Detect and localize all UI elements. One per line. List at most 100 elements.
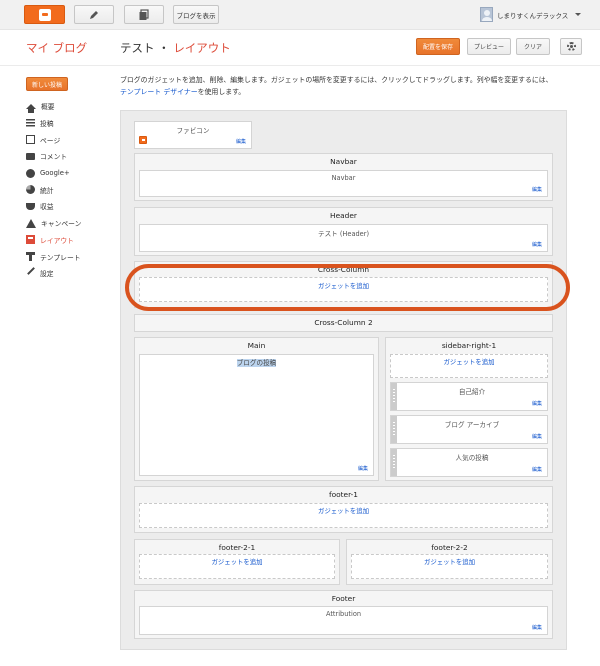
chevron-down-icon	[575, 13, 582, 16]
section-title: Cross-Column 2	[314, 318, 373, 327]
sidebar-item-earnings[interactable]: 収益	[26, 198, 116, 215]
sidebar-item-stats[interactable]: 統計	[26, 181, 116, 198]
top-bar: ブログを表示 しまりすくんデラックス	[0, 0, 600, 30]
drag-handle-icon[interactable]	[391, 416, 397, 443]
drag-handle-icon[interactable]	[391, 383, 397, 410]
attribution-widget[interactable]: Attribution 編集	[139, 606, 548, 635]
popular-posts-widget[interactable]: 人気の投稿 編集	[390, 448, 548, 477]
page-subtitle: レイアウト	[173, 41, 231, 55]
edit-link[interactable]: 編集	[532, 624, 542, 631]
widget-name: テスト (Header)	[317, 230, 370, 238]
section-title: Main	[247, 341, 266, 350]
wrench-icon	[27, 266, 40, 280]
widget-name: 人気の投稿	[455, 454, 489, 462]
edit-link[interactable]: 編集	[532, 241, 542, 248]
section-title: footer-2-1	[218, 543, 256, 552]
intro-text: ブログのガジェットを追加、削除、編集します。ガジェットの場所を変更するには、クリ…	[120, 76, 553, 84]
sidebar-item-overview[interactable]: 概要	[26, 98, 116, 115]
sidebar-item-posts[interactable]: 投稿	[26, 115, 116, 132]
title-bar: マイ ブログ テスト ・ レイアウト 配置を保存 プレビュー クリア	[0, 30, 600, 66]
footer-2-2-section: footer-2-2 ガジェットを追加	[346, 539, 553, 585]
widget-name: ブログ アーカイブ	[444, 421, 500, 429]
section-title: Navbar	[330, 157, 357, 166]
sidebar-item-label: テンプレート	[40, 253, 81, 262]
sidebar-item-label: コメント	[40, 153, 68, 162]
sidebar-item-campaigns[interactable]: キャンペーン	[26, 215, 116, 232]
stats-icon	[26, 185, 35, 195]
sidebar-item-template[interactable]: テンプレート	[26, 248, 116, 265]
edit-link[interactable]: 編集	[532, 433, 542, 440]
edit-link[interactable]: 編集	[358, 465, 368, 472]
settings-button[interactable]	[560, 38, 582, 55]
clear-button[interactable]: クリア	[516, 38, 550, 55]
edit-link[interactable]: 編集	[532, 466, 542, 473]
preview-button[interactable]: プレビュー	[467, 38, 511, 55]
new-post-button[interactable]: 新しい投稿	[26, 77, 68, 91]
blog-archive-widget[interactable]: ブログ アーカイブ 編集	[390, 415, 548, 444]
edit-link[interactable]: 編集	[236, 138, 246, 145]
blog-posts-widget[interactable]: ブログの投稿 編集	[139, 354, 374, 476]
sidebar-item-comments[interactable]: コメント	[26, 148, 116, 165]
save-arrangement-button[interactable]: 配置を保存	[416, 38, 460, 55]
sidebar-item-label: 投稿	[40, 120, 54, 129]
profile-widget[interactable]: 自己紹介 編集	[390, 382, 548, 411]
template-designer-link[interactable]: テンプレート デザイナー	[120, 88, 198, 96]
sidebar-item-settings[interactable]: 設定	[26, 265, 116, 282]
edit-link[interactable]: 編集	[532, 186, 542, 193]
section-title: Header	[330, 211, 357, 220]
favicon-widget[interactable]: ファビコン 編集	[134, 121, 252, 149]
new-post-pencil-button[interactable]	[74, 5, 114, 24]
view-blog-button[interactable]: ブログを表示	[173, 5, 219, 24]
comment-icon	[26, 152, 35, 160]
page-icon	[26, 135, 35, 145]
sidebar-item-label: 概要	[41, 103, 55, 112]
home-icon	[26, 103, 36, 113]
page-title: テスト ・ レイアウト	[120, 40, 231, 56]
user-menu[interactable]: しまりすくんデラックス	[480, 7, 582, 22]
user-name: しまりすくんデラックス	[497, 11, 569, 20]
footer-2-1-section: footer-2-1 ガジェットを追加	[134, 539, 340, 585]
sidebar-item-label: 統計	[40, 186, 54, 195]
edit-link[interactable]: 編集	[532, 400, 542, 407]
section-title: footer-1	[328, 490, 359, 499]
sidebar-nav: 概要 投稿 ページ コメント Google+ 統計 収益 キャンペーン レイアウ…	[26, 98, 116, 282]
section-title: footer-2-2	[431, 543, 468, 552]
section-title: sidebar-right-1	[441, 341, 497, 350]
add-gadget-link[interactable]: ガジェットを追加	[390, 354, 548, 378]
add-gadget-link[interactable]: ガジェットを追加	[351, 554, 548, 579]
campaign-icon	[26, 218, 36, 228]
blogger-favicon-icon	[139, 136, 147, 144]
avatar	[480, 7, 493, 22]
widget-name: 自己紹介	[458, 388, 486, 396]
header-widget[interactable]: テスト (Header) 編集	[139, 224, 548, 252]
header-section: Header テスト (Header) 編集	[134, 207, 553, 256]
pages-button[interactable]	[124, 5, 164, 24]
section-title: Footer	[331, 594, 356, 603]
trophy-icon	[26, 202, 35, 210]
footer-1-section: footer-1 ガジェットを追加	[134, 486, 553, 533]
sidebar-item-google-plus[interactable]: Google+	[26, 165, 116, 182]
sidebar-item-label: レイアウト	[40, 236, 74, 245]
drag-handle-icon[interactable]	[391, 449, 397, 476]
gear-icon	[566, 42, 576, 51]
add-gadget-link[interactable]: ガジェットを追加	[139, 554, 335, 579]
cross-column-2-section: Cross-Column 2	[134, 314, 553, 332]
footer-section: Footer Attribution 編集	[134, 590, 553, 639]
blogger-home-button[interactable]	[24, 5, 65, 24]
layout-canvas: ファビコン 編集 Navbar Navbar 編集 Header テスト (He…	[120, 110, 567, 650]
sidebar-item-label: キャンペーン	[41, 220, 82, 229]
sidebar-item-layout[interactable]: レイアウト	[26, 232, 116, 249]
blogger-logo-icon	[38, 8, 51, 21]
sidebar-item-pages[interactable]: ページ	[26, 131, 116, 148]
sidebar-item-label: 設定	[40, 270, 54, 279]
widget-name: Navbar	[331, 174, 356, 182]
blog-title: テスト	[120, 41, 155, 55]
blog-name-link[interactable]: マイ ブログ	[26, 40, 87, 56]
widget-name: ファビコン	[176, 127, 210, 135]
widget-name: Attribution	[325, 610, 362, 618]
google-plus-icon	[26, 168, 35, 178]
pages-icon	[139, 8, 149, 20]
navbar-widget[interactable]: Navbar 編集	[139, 170, 548, 197]
main-section: Main ブログの投稿 編集	[134, 337, 379, 481]
add-gadget-link[interactable]: ガジェットを追加	[139, 503, 548, 528]
